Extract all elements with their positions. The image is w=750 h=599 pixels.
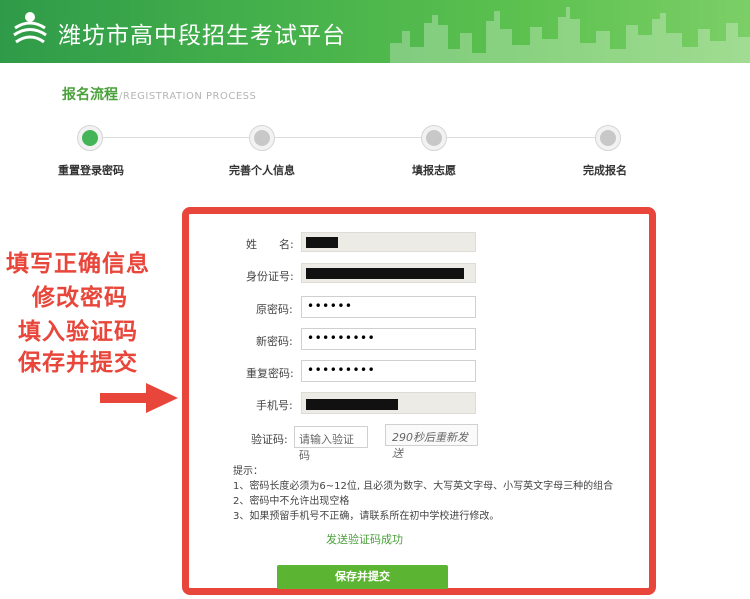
annotation-line-2: 修改密码 [32,285,128,311]
annotation-line-4: 保存并提交 [18,350,138,376]
step-4-label: 完成报名 [583,164,627,177]
step-3-indicator [421,125,447,151]
site-title: 潍坊市高中段招生考试平台 [58,23,346,49]
redacted-phone [306,399,398,410]
repeat-password-label: 重复密码: [246,367,294,380]
tips-title: 提示： [233,466,263,477]
step-2-indicator [249,125,275,151]
annotation-line-3: 填入验证码 [18,319,138,345]
sms-success-message: 发送验证码成功 [326,533,403,546]
captcha-input[interactable]: 请输入验证码 [294,426,368,462]
right-arrow-icon [100,383,178,413]
redacted-name [306,237,338,248]
step-1-indicator [77,125,103,151]
new-password-label: 新密码: [256,335,293,348]
old-password-value: •••••• [307,299,353,313]
platform-logo-icon [13,12,47,44]
step-2-label: 完善个人信息 [229,164,295,177]
name-field [301,232,476,252]
step-1-label: 重置登录密码 [58,164,124,177]
repeat-password-value: ••••••••• [307,363,376,377]
phone-label: 手机号: [256,399,293,412]
annotation-line-1: 填写正确信息 [6,251,150,277]
tips-block: 提示： 1、密码长度必须为6~12位, 且必须为数字、大写英文字母、小写英文字母… [233,464,613,524]
redacted-id-number [306,268,464,279]
progress-line [90,137,610,138]
city-skyline-decoration [390,7,750,63]
phone-field [301,392,476,414]
save-and-submit-button[interactable]: 保存并提交 [277,565,448,589]
tip-item-3: 3、如果预留手机号不正确，请联系所在初中学校进行修改。 [233,511,500,522]
new-password-input[interactable]: ••••••••• [301,328,476,350]
tip-item-2: 2、密码中不允许出现空格 [233,496,350,507]
old-password-label: 原密码: [256,303,293,316]
process-title-cn: 报名流程 [62,87,118,103]
id-number-field [301,263,476,283]
captcha-label: 验证码: [251,433,288,446]
resend-code-button[interactable]: 290秒后重新发送 [385,424,478,460]
repeat-password-input[interactable]: ••••••••• [301,360,476,382]
process-title: 报名流程/REGISTRATION PROCESS [62,84,256,104]
old-password-input[interactable]: •••••• [301,296,476,318]
step-3-label: 填报志愿 [412,164,456,177]
new-password-value: ••••••••• [307,331,376,345]
id-number-label: 身份证号: [246,270,294,283]
process-title-en: /REGISTRATION PROCESS [119,91,257,102]
tip-item-1: 1、密码长度必须为6~12位, 且必须为数字、大写英文字母、小写英文字母三种的组… [233,481,614,492]
name-label: 姓 名: [246,238,294,251]
step-4-indicator [595,125,621,151]
header-banner: 潍坊市高中段招生考试平台 [0,0,750,63]
